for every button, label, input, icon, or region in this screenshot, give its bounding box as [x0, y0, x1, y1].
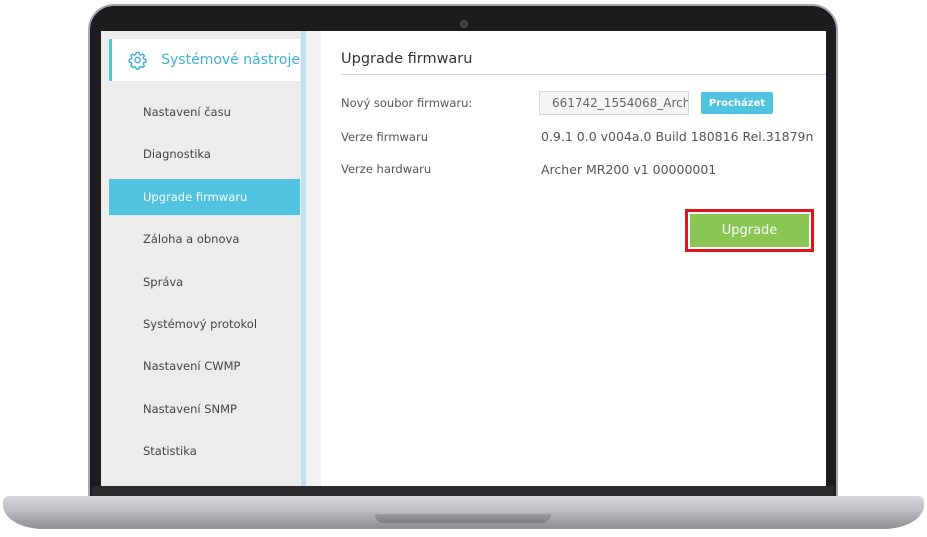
sidebar-header-title: Systémové nástroje — [161, 52, 300, 68]
sidebar-nav: Nastavení času Diagnostika Upgrade firmw… — [109, 94, 300, 476]
sidebar-scroll-rail — [301, 31, 306, 486]
sidebar-item-statistika[interactable]: Statistika — [109, 433, 300, 469]
title-divider — [341, 74, 826, 75]
sidebar-item-upgrade-firmwaru[interactable]: Upgrade firmwaru — [109, 178, 300, 215]
sidebar-item-nastaveni-casu[interactable]: Nastavení času — [109, 94, 300, 130]
firmware-version-label: Verze firmwaru — [341, 130, 428, 144]
firmware-version-value: 0.9.1 0.0 v004a.0 Build 180816 Rel.31879… — [541, 129, 814, 144]
sidebar-item-zaloha-a-obnova[interactable]: Záloha a obnova — [109, 221, 300, 257]
camera-icon — [460, 20, 468, 28]
sidebar: Systémové nástroje Nastavení času Diagno… — [101, 31, 307, 486]
screen: Systémové nástroje Nastavení času Diagno… — [101, 31, 826, 486]
sidebar-item-nastaveni-snmp[interactable]: Nastavení SNMP — [109, 391, 300, 427]
sidebar-item-nastaveni-cwmp[interactable]: Nastavení CWMP — [109, 348, 300, 384]
main-panel: Upgrade firmwaru Nový soubor firmwaru: P… — [321, 31, 826, 486]
sidebar-section-header[interactable]: Systémové nástroje — [109, 39, 300, 81]
hardware-version-label: Verze hardwaru — [341, 162, 432, 176]
new-firmware-label: Nový soubor firmwaru: — [341, 96, 473, 110]
hardware-version-value: Archer MR200 v1 00000001 — [541, 162, 717, 177]
page-title: Upgrade firmwaru — [341, 51, 473, 67]
upgrade-button[interactable]: Upgrade — [688, 212, 811, 249]
browse-button[interactable]: Procházet — [701, 92, 773, 114]
laptop-base-notch — [375, 514, 551, 523]
sidebar-item-diagnostika[interactable]: Diagnostika — [109, 136, 300, 172]
sidebar-item-systemovy-protokol[interactable]: Systémový protokol — [109, 306, 300, 342]
sidebar-item-sprava[interactable]: Správa — [109, 264, 300, 300]
gear-icon — [128, 51, 147, 70]
laptop-base — [3, 496, 924, 529]
firmware-file-input[interactable] — [539, 91, 689, 115]
